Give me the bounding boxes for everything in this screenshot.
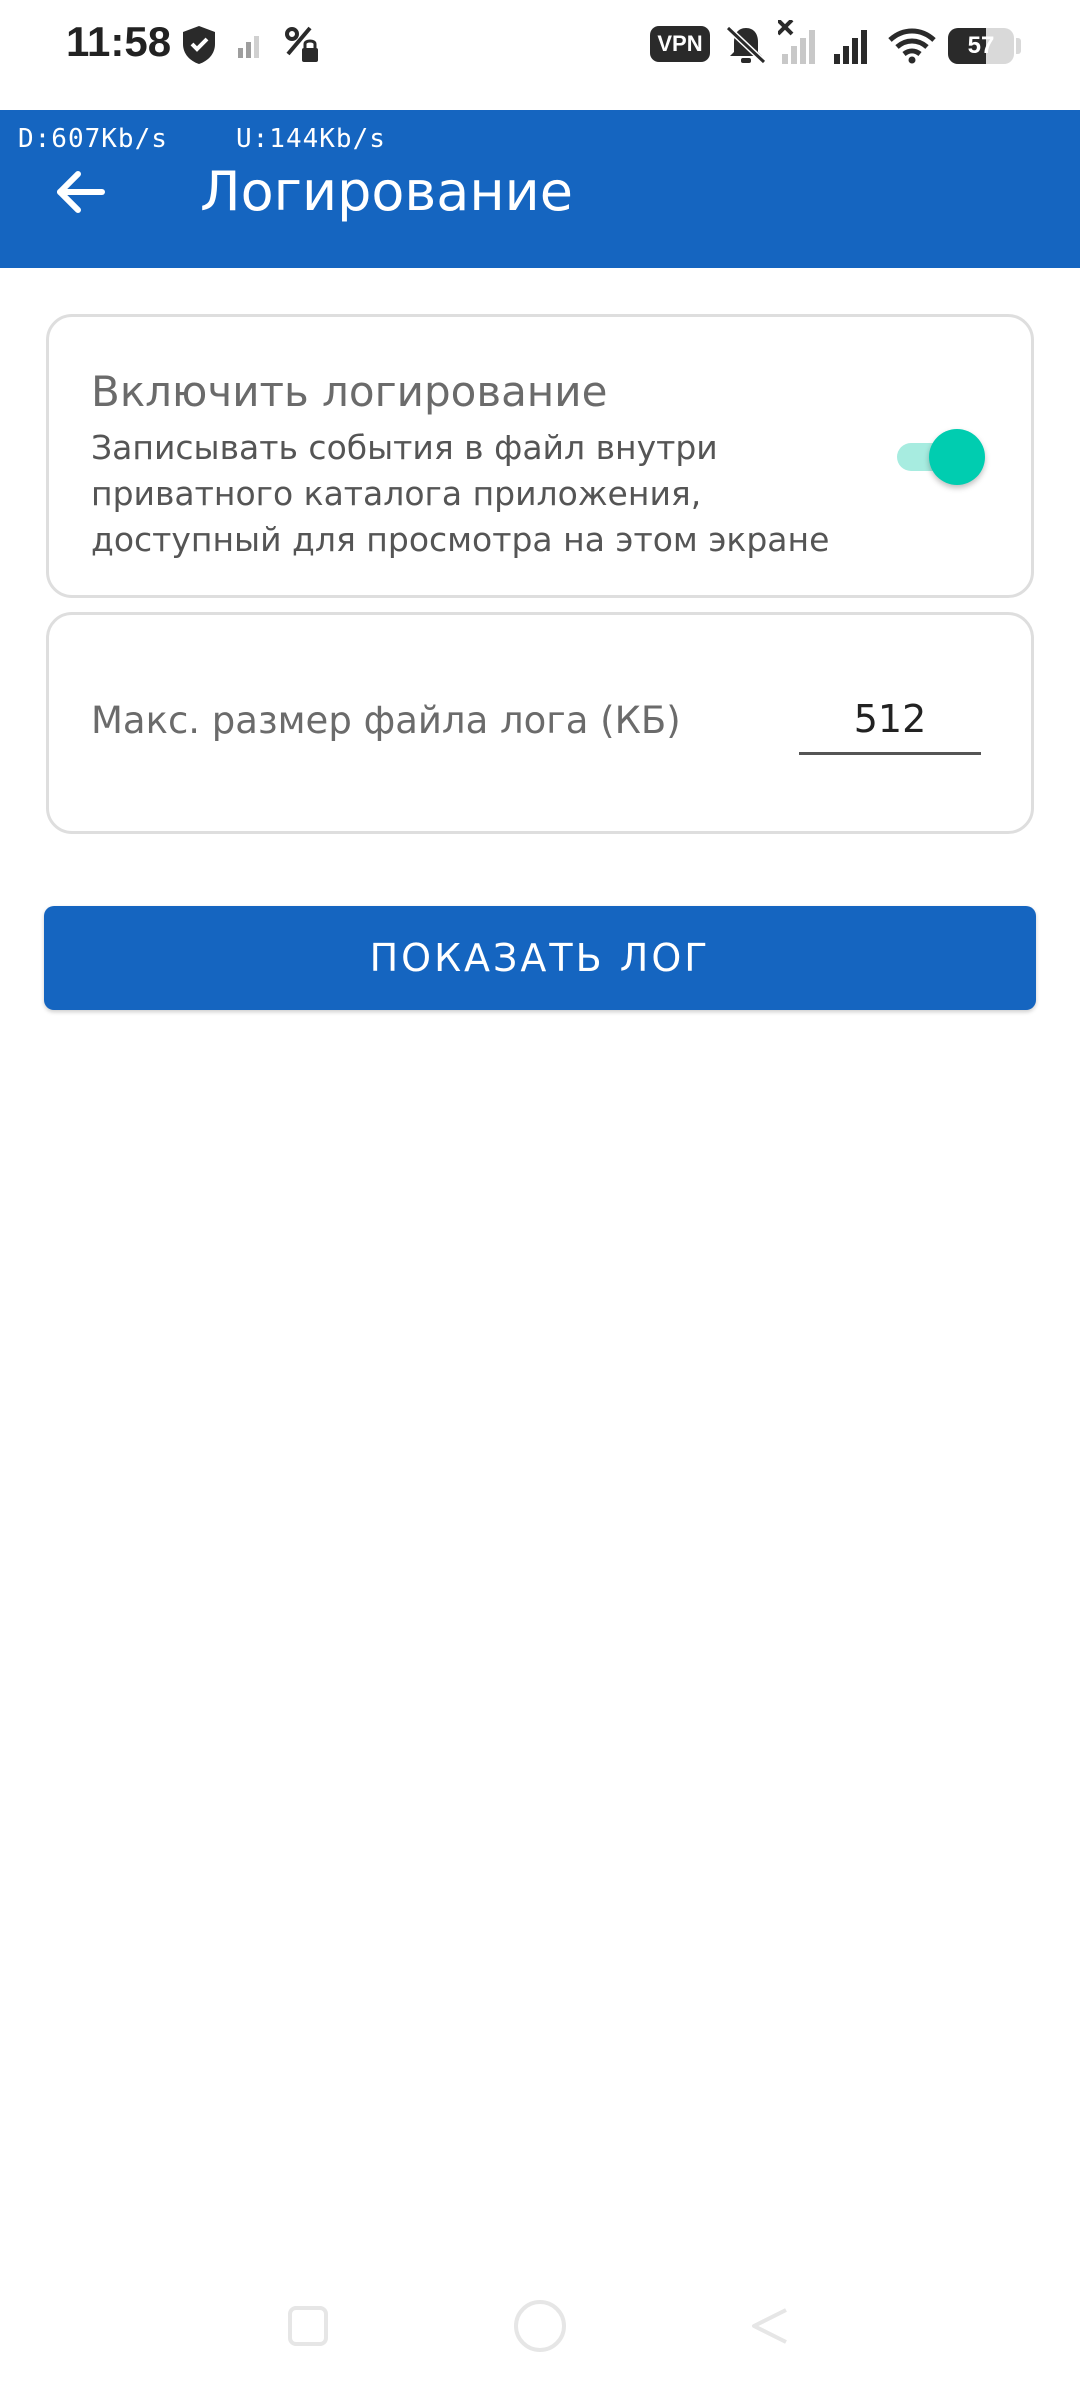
home-icon: [510, 2296, 570, 2360]
download-speed: D:607Kb/s: [18, 124, 168, 154]
status-time: 11:58: [66, 18, 172, 65]
signal-weak-icon: [238, 32, 266, 62]
log-size-label: Макс. размер файла лога (КБ): [91, 699, 681, 742]
battery-cap: [1016, 38, 1021, 54]
logging-description: Записывать события в файл внутри приватн…: [91, 428, 830, 559]
navigation-bar: [0, 2260, 1080, 2400]
recent-apps-button[interactable]: [268, 2288, 348, 2368]
back-icon: [748, 2304, 792, 2352]
page-title: Логирование: [200, 160, 573, 223]
battery-level: 57: [967, 32, 995, 59]
nav-back-button[interactable]: [730, 2288, 810, 2368]
recent-apps-icon: [286, 2304, 330, 2352]
signal-icon: [832, 28, 874, 68]
toggle-thumb: [929, 429, 985, 485]
upload-speed: U:144Kb/s: [236, 124, 386, 154]
logging-card: Включить логирование Записывать события …: [46, 314, 1034, 598]
shield-icon: [180, 24, 218, 70]
vibrate-off-icon: [724, 24, 768, 70]
log-size-card: Макс. размер файла лога (КБ): [46, 612, 1034, 834]
home-button[interactable]: [500, 2288, 580, 2368]
wifi-icon: [888, 28, 936, 68]
arrow-back-icon: [54, 169, 106, 219]
signal-no-service-icon: [776, 18, 820, 70]
app-bar: D:607Kb/s U:144Kb/s Логирование: [0, 110, 1080, 268]
logging-title: Включить логирование: [91, 367, 608, 416]
data-saver-icon: [284, 26, 320, 68]
show-log-button[interactable]: ПОКАЗАТЬ ЛОГ: [44, 906, 1036, 1010]
back-button[interactable]: [40, 154, 120, 234]
logging-toggle[interactable]: [889, 427, 985, 487]
log-size-input[interactable]: [799, 685, 981, 755]
battery-icon: 57: [948, 28, 1014, 64]
vpn-badge: VPN: [650, 26, 710, 62]
status-bar: 11:58 VPN 57: [0, 0, 1080, 110]
